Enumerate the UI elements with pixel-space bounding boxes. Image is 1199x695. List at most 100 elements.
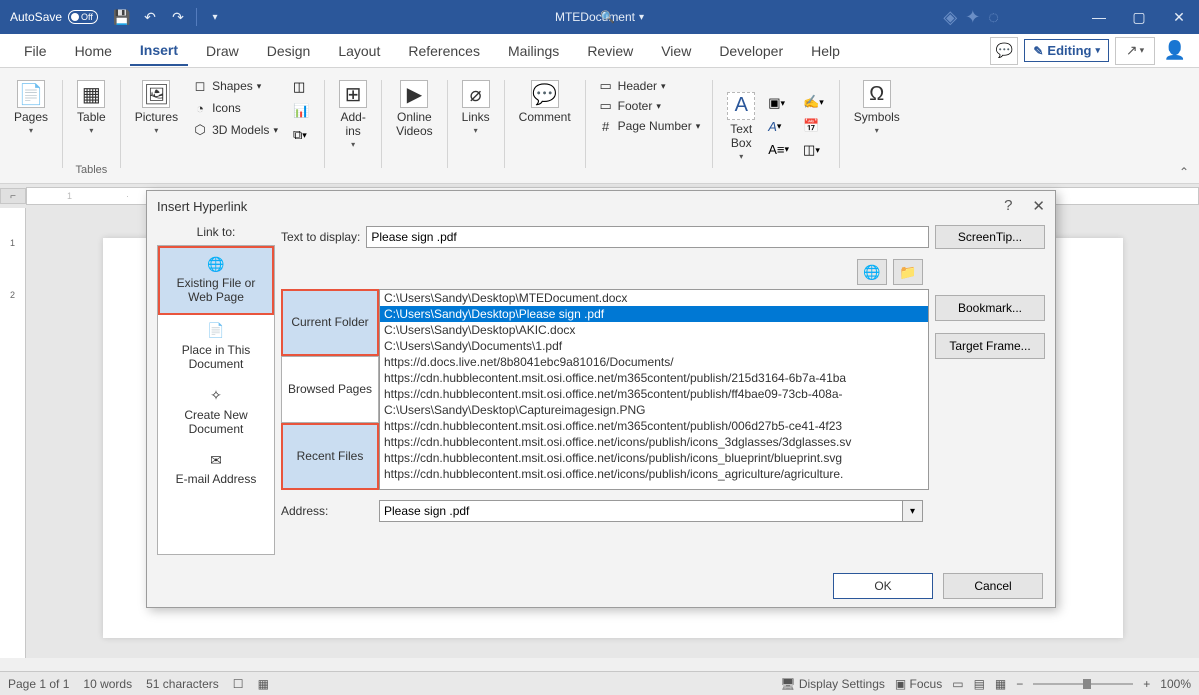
datetime-button[interactable]: 📅 [800,115,827,137]
shapes-button[interactable]: ◻Shapes ▾ [188,76,282,96]
tab-layout[interactable]: Layout [328,37,390,65]
tab-insert[interactable]: Insert [130,36,188,66]
file-item[interactable]: https://cdn.hubblecontent.msit.osi.offic… [380,386,928,402]
symbols-button[interactable]: ΩSymbols▾ [848,76,906,139]
screentip-button[interactable]: ScreenTip... [935,225,1045,249]
share-button[interactable]: ↗ ▾ [1115,37,1155,65]
title-bar: AutoSave Off 💾 ↶ ↷ ▾ MTEDocument▾ 🔍 ◈✦◌ … [0,0,1199,34]
address-input[interactable] [379,500,903,522]
linkto-place-in-document[interactable]: 📄 Place in ThisDocument [158,315,274,380]
target-frame-button[interactable]: Target Frame... [935,333,1045,359]
icons-icon: ◔ [192,100,208,116]
web-layout-icon[interactable]: ▦ [995,677,1006,691]
maximize-icon[interactable]: ▢ [1119,0,1159,34]
close-icon[interactable]: ✕ [1159,0,1199,34]
cancel-button[interactable]: Cancel [943,573,1043,599]
tab-view[interactable]: View [651,37,701,65]
object-button[interactable]: ◫ ▾ [800,139,827,161]
links-button[interactable]: ⌀Links▾ [456,76,496,139]
save-icon[interactable]: 💾 [112,7,132,27]
wordart-button[interactable]: A ▾ [765,116,792,137]
status-page[interactable]: Page 1 of 1 [8,677,69,691]
header-button[interactable]: ▭Header ▾ [594,76,670,96]
tab-references[interactable]: References [398,37,490,65]
comments-button[interactable]: 💬 [990,37,1018,65]
addins-button[interactable]: ⊞Add- ins▾ [333,76,373,153]
online-video-button[interactable]: ▶Online Videos [390,76,438,142]
ribbon-collapse-button[interactable]: ⌃ [1179,165,1189,179]
chart-button[interactable]: 📊 [290,100,312,122]
browse-web-button[interactable]: 🌐 [857,259,887,285]
zoom-level[interactable]: 100% [1160,677,1191,691]
page-number-button[interactable]: #Page Number ▾ [594,116,705,136]
quick-parts-button[interactable]: ▣ ▾ [765,92,792,114]
tab-help[interactable]: Help [801,37,850,65]
linkto-email-address[interactable]: ✉ E-mail Address [158,444,274,494]
browse-file-button[interactable]: 📁 [893,259,923,285]
table-button[interactable]: ▦Table▾ [71,76,112,139]
tab-draw[interactable]: Draw [196,37,249,65]
file-item[interactable]: C:\Users\Sandy\Desktop\Captureimagesign.… [380,402,928,418]
qat-dropdown-icon[interactable]: ▾ [205,7,225,27]
tab-mailings[interactable]: Mailings [498,37,569,65]
file-list[interactable]: C:\Users\Sandy\Desktop\MTEDocument.docx … [379,289,929,490]
textbox-button[interactable]: AText Box▾ [721,88,761,165]
file-item[interactable]: C:\Users\Sandy\Desktop\AKIC.docx [380,322,928,338]
minimize-icon[interactable]: — [1079,0,1119,34]
file-item[interactable]: C:\Users\Sandy\Documents\1.pdf [380,338,928,354]
file-item[interactable]: https://d.docs.live.net/8b8041ebc9a81016… [380,354,928,370]
pages-button[interactable]: 📄Pages▾ [8,76,54,139]
file-item[interactable]: https://cdn.hubblecontent.msit.osi.offic… [380,450,928,466]
ok-button[interactable]: OK [833,573,933,599]
bookmark-button[interactable]: Bookmark... [935,295,1045,321]
redo-icon[interactable]: ↷ [168,7,188,27]
read-mode-icon[interactable]: ▭ [952,677,963,691]
dialog-close-icon[interactable]: ✕ [1032,197,1045,215]
browsed-pages-button[interactable]: Browsed Pages [281,356,379,423]
macros-icon[interactable]: ▦ [258,677,269,691]
text-to-display-input[interactable] [366,226,929,248]
file-item[interactable]: https://cdn.hubblecontent.msit.osi.offic… [380,466,928,482]
status-chars[interactable]: 51 characters [146,677,219,691]
status-words[interactable]: 10 words [83,677,132,691]
dialog-titlebar[interactable]: Insert Hyperlink ? ✕ [147,191,1055,221]
focus-button[interactable]: ▣ Focus [895,677,942,691]
autosave-toggle[interactable]: AutoSave Off [10,10,98,24]
smartart-button[interactable]: ◫ [290,76,312,98]
linkto-create-new[interactable]: ✧ Create NewDocument [158,380,274,445]
tab-file[interactable]: File [14,37,57,65]
icons-button[interactable]: ◔Icons [188,98,282,118]
print-layout-icon[interactable]: ▤ [974,677,985,691]
tab-developer[interactable]: Developer [709,37,793,65]
drop-cap-button[interactable]: A≡ ▾ [765,139,792,160]
comment-button[interactable]: 💬Comment [513,76,577,128]
file-item[interactable]: https://cdn.hubblecontent.msit.osi.offic… [380,418,928,434]
3dmodels-button[interactable]: ⬡3D Models ▾ [188,120,282,140]
screenshot-button[interactable]: ⧉ ▾ [290,124,312,146]
file-item[interactable]: C:\Users\Sandy\Desktop\Please sign .pdf [380,306,928,322]
dialog-help-icon[interactable]: ? [1004,197,1012,215]
search-icon[interactable]: 🔍 [600,10,616,24]
file-item[interactable]: https://cdn.hubblecontent.msit.osi.offic… [380,370,928,386]
zoom-out-icon[interactable]: − [1016,677,1023,691]
undo-icon[interactable]: ↶ [140,7,160,27]
zoom-in-icon[interactable]: + [1143,677,1150,691]
vertical-ruler[interactable]: 12 [0,208,26,658]
footer-button[interactable]: ▭Footer ▾ [594,96,665,116]
pictures-button[interactable]: 🖼Pictures▾ [129,76,184,139]
recent-files-button[interactable]: Recent Files [281,423,379,490]
linkto-existing-file[interactable]: 🌐 Existing File orWeb Page [158,246,274,315]
signature-line-button[interactable]: ✍ ▾ [800,91,827,113]
tab-home[interactable]: Home [65,37,122,65]
address-dropdown-button[interactable]: ▾ [903,500,923,522]
display-settings-button[interactable]: 🖥 Display Settings [780,677,885,691]
account-icon[interactable]: 👤 [1161,37,1189,65]
zoom-slider[interactable] [1033,683,1133,685]
current-folder-button[interactable]: Current Folder [281,289,379,356]
editing-mode-button[interactable]: ✎ Editing ▾ [1024,39,1109,62]
tab-review[interactable]: Review [577,37,643,65]
file-item[interactable]: C:\Users\Sandy\Desktop\MTEDocument.docx [380,290,928,306]
track-changes-icon[interactable]: ☐ [233,677,244,691]
file-item[interactable]: https://cdn.hubblecontent.msit.osi.offic… [380,434,928,450]
tab-design[interactable]: Design [257,37,321,65]
